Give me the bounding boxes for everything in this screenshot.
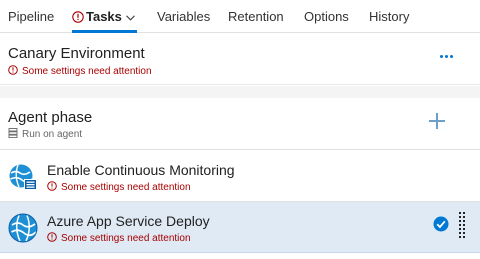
task-row-enable-continuous-monitoring[interactable]: Enable Continuous Monitoring Some settin… [0,151,480,202]
task-warning: Some settings need attention [47,232,191,244]
tab-options[interactable]: Options [304,8,349,25]
tab-retention-label: Retention [228,9,284,24]
monitoring-globe-icon [9,164,37,190]
add-task-button[interactable] [429,113,445,129]
tab-bar: Pipeline Tasks Variables Retention Optio… [0,0,480,33]
tab-options-label: Options [304,9,349,24]
environment-warning-text: Some settings need attention [22,66,152,77]
warning-icon [8,65,18,75]
tab-pipeline[interactable]: Pipeline [8,8,54,25]
tab-variables-label: Variables [157,9,211,24]
task-name: Enable Continuous Monitoring [47,162,235,178]
more-options-button[interactable] [440,48,454,64]
server-icon [8,128,18,139]
agent-phase-subtitle: Run on agent [8,128,82,140]
tab-tasks[interactable]: Tasks [72,8,135,25]
environment-title: Canary Environment [8,45,145,62]
environment-warning: Some settings need attention [8,65,152,77]
ellipsis-icon [440,55,443,58]
task-warning: Some settings need attention [47,181,191,193]
task-row-azure-app-service-deploy[interactable]: Azure App Service Deploy Some settings n… [0,202,480,253]
tab-variables[interactable]: Variables [157,8,210,25]
warning-icon [72,11,84,23]
tab-history[interactable]: History [369,8,409,25]
agent-phase-title: Agent phase [8,109,93,126]
task-warning-text: Some settings need attention [61,182,191,193]
warning-icon [47,232,57,242]
warning-icon [47,181,57,191]
active-tab-indicator [72,30,137,33]
agent-phase[interactable]: Agent phase Run on agent [0,98,480,150]
tab-tasks-label: Tasks [86,9,122,24]
drag-handle-icon[interactable] [459,212,465,240]
tab-pipeline-label: Pipeline [8,9,55,24]
agent-phase-subtitle-text: Run on agent [22,129,83,140]
tab-retention[interactable]: Retention [228,8,284,25]
app-service-globe-icon [8,213,38,243]
section-divider [0,86,480,98]
list-bottom [0,253,480,259]
task-warning-text: Some settings need attention [61,233,191,244]
environment-header[interactable]: Canary Environment Some settings need at… [0,34,480,85]
tab-history-label: History [369,9,410,24]
chevron-down-icon [126,15,135,21]
checkmark-circle-icon[interactable] [433,216,449,232]
task-name: Azure App Service Deploy [47,213,210,229]
